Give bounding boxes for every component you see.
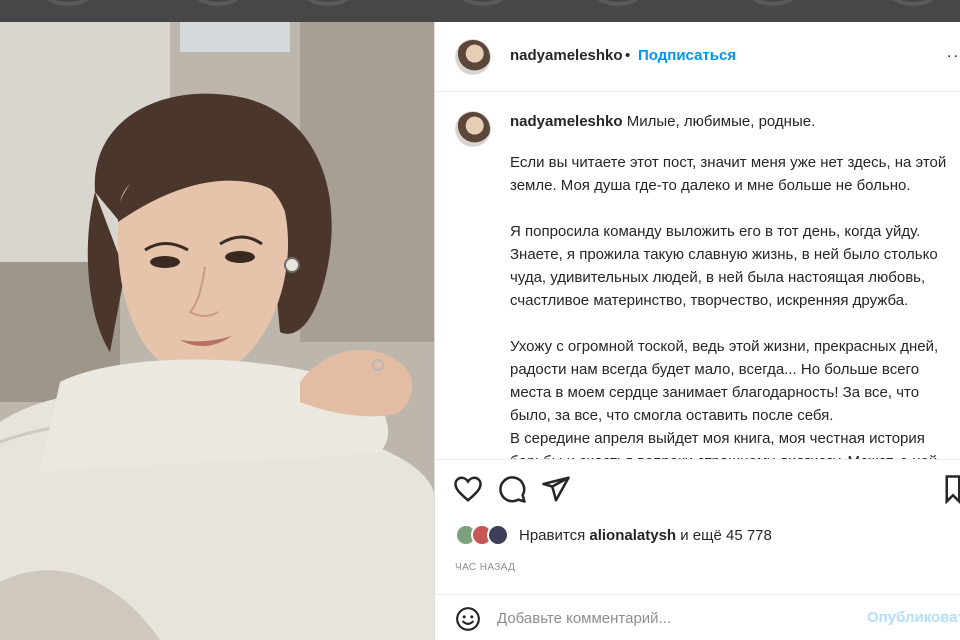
caption-line: чуда, удивительных людей, в ней была нас…	[510, 269, 926, 286]
story-avatar[interactable]	[590, 0, 646, 6]
post-photo[interactable]	[0, 22, 434, 640]
caption-line: места в моем сердце занимает благодарнос…	[510, 384, 920, 401]
liker-username[interactable]: alionalatysh	[589, 527, 676, 544]
comment-bar: Опубликовать	[435, 594, 960, 640]
comment-input[interactable]	[497, 607, 857, 629]
separator-dot: •	[625, 47, 631, 64]
post-panel: nadyameleshko • Подписаться ... nadyamel…	[434, 22, 960, 640]
author-username[interactable]: nadyameleshko	[510, 47, 623, 64]
likes-count[interactable]: и ещё 45 778	[680, 527, 772, 544]
caption-paragraph: Ухожу с огромной тоской, ведь этой жизни…	[510, 335, 960, 427]
caption-avatar[interactable]	[455, 111, 491, 147]
heart-icon[interactable]	[453, 474, 483, 504]
comment-icon[interactable]	[497, 474, 527, 504]
story-avatar[interactable]	[40, 0, 96, 6]
publish-button[interactable]: Опубликовать	[867, 609, 960, 626]
follow-button[interactable]: Подписаться	[638, 47, 736, 64]
bookmark-icon[interactable]	[943, 474, 960, 504]
caption-username[interactable]: nadyameleshko	[510, 113, 623, 130]
caption-line: радости нам всегда будет мало, всегда...…	[510, 361, 920, 378]
emoji-icon[interactable]	[455, 606, 481, 632]
caption-first-line: nadyameleshko Милые, любимые, родные.	[510, 113, 815, 130]
caption-line: Я попросила команду выложить его в тот д…	[510, 223, 921, 240]
author-avatar[interactable]	[455, 39, 491, 75]
caption-line: Знаете, я прожила такую славную жизнь, в…	[510, 246, 938, 263]
caption-line: Ухожу с огромной тоской, ведь этой жизни…	[510, 338, 939, 355]
caption-paragraph: Я попросила команду выложить его в тот д…	[510, 220, 960, 312]
post-header: nadyameleshko • Подписаться ...	[435, 22, 960, 92]
caption-paragraph: Если вы читаете этот пост, значит меня у…	[510, 151, 960, 197]
story-avatar[interactable]	[455, 0, 511, 6]
caption-greeting: Милые, любимые, родные.	[626, 113, 816, 130]
post-timestamp[interactable]: ЧАС НАЗАД	[455, 562, 515, 573]
post-actions: Нравится alionalatysh и ещё 45 778 ЧАС Н…	[435, 459, 960, 609]
share-icon[interactable]	[541, 474, 571, 504]
caption-line: земле. Моя душа где-то далеко и мне боль…	[510, 177, 911, 194]
caption-line: В середине апреля выйдет моя книга, моя …	[510, 430, 925, 447]
caption-line: счастливое материнство, творчество, искр…	[510, 292, 909, 309]
caption-line: Если вы читаете этот пост, значит меня у…	[510, 154, 947, 171]
caption-paragraph: В середине апреля выйдет моя книга, моя …	[510, 427, 960, 459]
post-caption: nadyameleshko Милые, любимые, родные. Ес…	[435, 93, 960, 459]
liker-avatar[interactable]	[487, 524, 509, 546]
likes-prefix: Нравится	[519, 527, 586, 544]
caption-line: было, за все, что смогла оставить после …	[510, 407, 834, 424]
story-avatar[interactable]	[745, 0, 801, 6]
story-avatar[interactable]	[190, 0, 246, 6]
likes-text: Нравится alionalatysh и ещё 45 778	[519, 527, 772, 544]
caption-line: борьбы и счастья вопреки страшному диагн…	[510, 450, 960, 459]
story-avatar[interactable]	[885, 0, 941, 6]
more-options-icon[interactable]: ...	[947, 44, 960, 62]
story-avatar[interactable]	[300, 0, 356, 6]
woman-portrait-image	[0, 22, 434, 640]
stories-strip	[0, 0, 960, 22]
